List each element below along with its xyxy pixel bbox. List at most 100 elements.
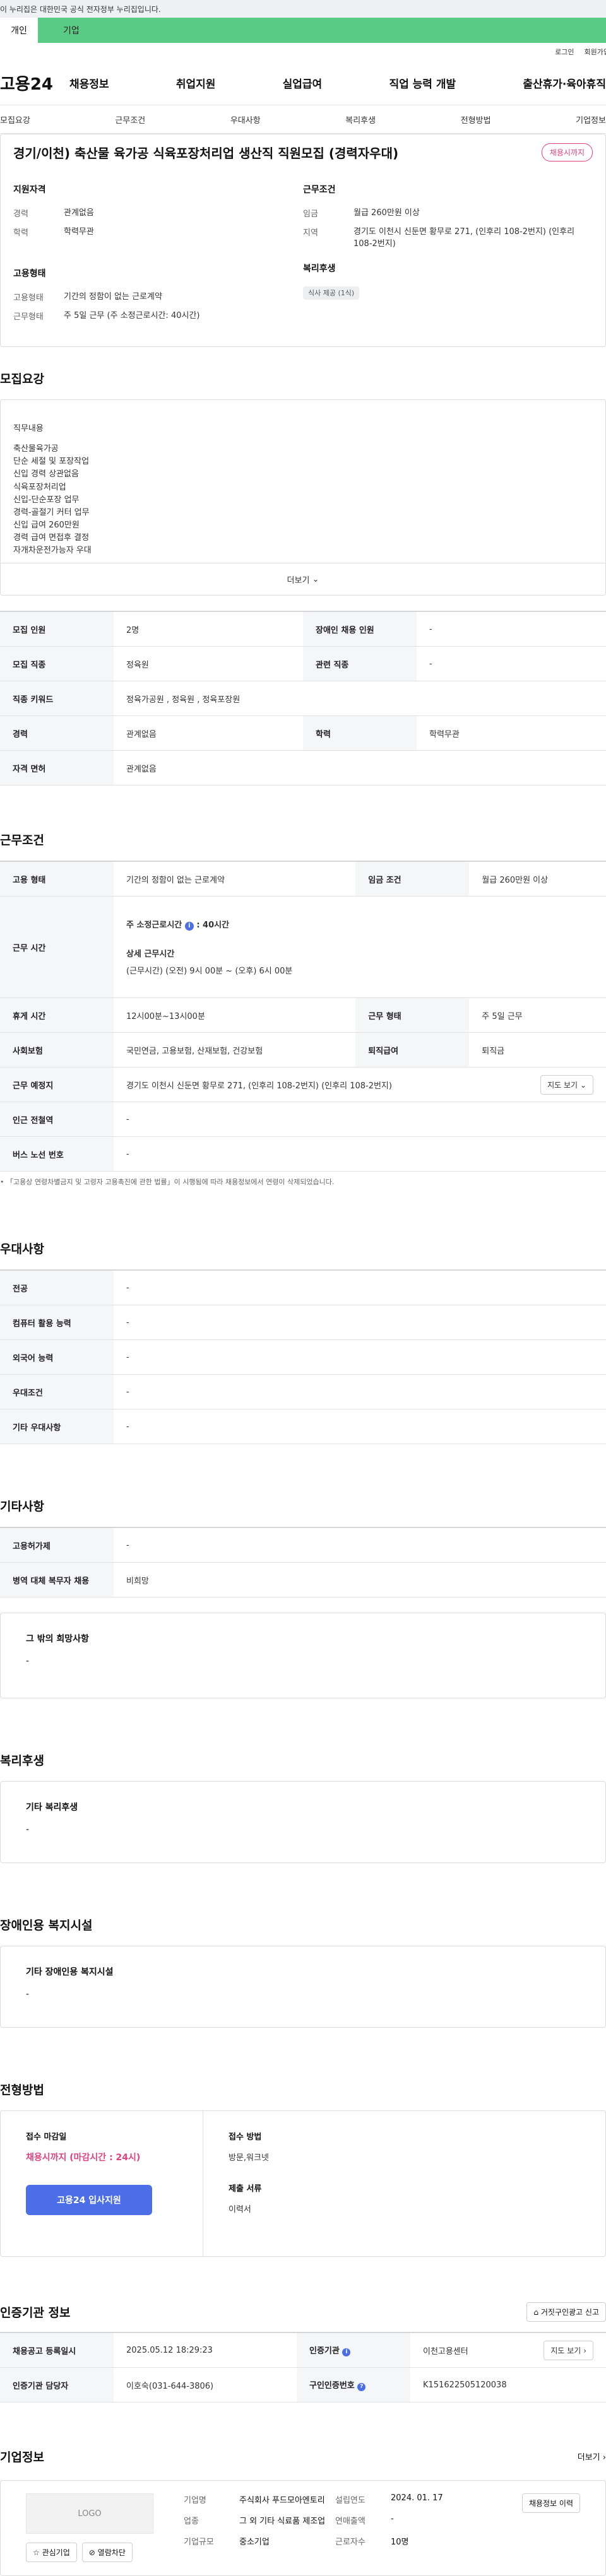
tab-personal[interactable]: 개인 (0, 18, 38, 43)
info-icon[interactable]: i (342, 2348, 351, 2356)
join-link[interactable]: 회원가입 (585, 47, 606, 57)
table-row: 기타 우대사항 - (0, 1409, 606, 1444)
subnav-company[interactable]: 기업정보 (576, 114, 606, 126)
table-header: 근무 형태 (355, 997, 470, 1033)
etc-section: 기타사항 고용허가제 - 병역 대체 복무자 채용 비희망 그 밖의 희망사항 - (0, 1497, 606, 1698)
table-cell: 이천고용센터 지도 보기 › (410, 2332, 606, 2368)
question-icon[interactable]: ? (357, 2383, 366, 2391)
table-header: 직종 키워드 (0, 681, 114, 716)
table-header: 모집 직종 (0, 646, 114, 681)
etc-hope-box: 그 밖의 희망사항 - (0, 1613, 606, 1698)
top-tabs: 개인 기업 (0, 18, 606, 43)
time-main-label: 주 소정근로시간 (126, 920, 182, 930)
table-header: 장애인 채용 인원 (303, 611, 417, 647)
table-cell: K151622505120038 (410, 2367, 606, 2403)
favorite-label: 관심기업 (42, 2548, 70, 2557)
job-info-grid: 지원자격 경력 관계없음 학력 학력무관 고용형태 고용형태 기간의 정함이 없는 근… (1, 170, 605, 341)
method-label: 접수 방법 (229, 2132, 262, 2142)
report-button[interactable]: ⌂ 거짓구인광고 신고 (526, 2302, 606, 2322)
company-emp-value: 10명 (391, 2538, 409, 2547)
company-title: 기업정보 (0, 2450, 44, 2464)
tab-company[interactable]: 기업 (38, 18, 606, 43)
table-row: 고용허가제 - (0, 1527, 606, 1563)
table-cell: - (114, 1136, 606, 1172)
table-row: 경력 관계없음 학력 학력무관 (0, 715, 606, 751)
time-detail-value: (근무시간) (오전) 9시 00분 ~ (오후) 6시 00분 (126, 967, 293, 976)
table-header: 고용허가제 (0, 1527, 114, 1563)
agency-map-button[interactable]: 지도 보기 › (544, 2340, 593, 2360)
info-icon[interactable]: i (184, 922, 194, 931)
subnav-condition[interactable]: 근무조건 (115, 114, 145, 126)
company-logo: LOGO (26, 2493, 153, 2534)
deadline-badge: 채용시까지 (541, 143, 593, 162)
table-header: 병역 대체 복무자 채용 (0, 1562, 114, 1597)
disabled-section: 장애인용 복지시설 기타 장애인용 복지시설 - (0, 1916, 606, 2028)
map-button[interactable]: 지도 보기 ⌄ (540, 1074, 593, 1095)
table-row: 인증기관 담당자 이호숙(031-644-3806) 구인인증번호 ? K151… (0, 2367, 606, 2403)
region-key: 지역 (303, 228, 318, 238)
exp-key: 경력 (13, 209, 28, 219)
table-header: 모집 인원 (0, 611, 114, 647)
welfare-title: 복리후생 (0, 1754, 44, 1768)
gnb-item-unemployment-benefit[interactable]: 실업급여 (283, 75, 323, 91)
age-note: • 「고용상 연령차별금지 및 고령자 고용촉진에 관한 법률」이 시행됨에 따… (0, 1177, 606, 1187)
table-header: 인증기관 담당자 (0, 2367, 114, 2403)
company-more-label: 더보기 (577, 2453, 600, 2462)
login-link[interactable]: 로그인 (555, 47, 574, 57)
agency-map-label: 지도 보기 (550, 2346, 581, 2355)
agency-num-key: 구인인증번호 (309, 2381, 355, 2391)
table-header: 기타 우대사항 (0, 1409, 114, 1444)
subnav-selection[interactable]: 전형방법 (461, 114, 491, 126)
table-row: 고용 형태 기간의 정함이 없는 근로계약 임금 조건 월급 260만원 이상 (0, 861, 606, 897)
selection-box: 접수 마감일 채용시까지 (마감시간 : 24시) 고용24 입사지원 접수 방… (0, 2110, 606, 2257)
job-desc: 직무내용 축산물육가공 단순 세절 및 포장작업 신입 경력 상관없음 식육포장… (1, 400, 605, 563)
docs-value: 이력서 (229, 2205, 251, 2214)
selection-title: 전형방법 (0, 2083, 44, 2097)
subnav-recruit[interactable]: 모집요강 (0, 114, 30, 126)
section-nav: 모집요강 근무조건 우대사항 복리후생 전형방법 기업정보 (0, 105, 606, 134)
desc-line: 신입-단순포장 업무 (13, 495, 80, 505)
table-cell: - (114, 1339, 606, 1375)
favorite-button[interactable]: ☆ 관심기업 (26, 2543, 77, 2562)
more-button[interactable]: 더보기 ⌄ (1, 563, 605, 595)
time-cell: 주 소정근로시간 i : 40시간 상세 근무시간 (근무시간) (오전) 9시… (114, 896, 606, 998)
block-button[interactable]: ⊘ 열람차단 (81, 2543, 133, 2562)
chevron-down-icon: ⌄ (579, 1080, 586, 1090)
emp-key: 고용형태 (13, 293, 44, 303)
table-cell: - (114, 1409, 606, 1444)
subnav-welfare[interactable]: 복리후생 (345, 114, 376, 126)
company-actions: ☆ 관심기업 ⊘ 열람차단 (26, 2543, 184, 2562)
welfare-heading: 복리후생 (303, 263, 336, 274)
table-header: 컴퓨터 활용 능력 (0, 1305, 114, 1340)
desc-line: 신입 경력 상관없음 (13, 469, 79, 479)
deadline-value: 채용시까지 (마감시간 : 24시) (26, 2153, 141, 2163)
desc-line: 단순 세절 및 포장작업 (13, 457, 90, 467)
gnb-item-jobs[interactable]: 채용정보 (69, 75, 109, 91)
qual-heading: 지원자격 (13, 185, 46, 195)
gnb-item-employment-support[interactable]: 취업지원 (176, 75, 216, 91)
etc-title: 기타사항 (0, 1500, 44, 1514)
gnb-item-parental-leave[interactable]: 출산휴가·육아휴직 (523, 75, 606, 91)
gnb-item-training[interactable]: 직업 능력 개발 (389, 75, 456, 91)
desc-line: 식육포장처리업 (13, 482, 66, 492)
hire-history-button[interactable]: 채용정보 이력 (521, 2493, 580, 2513)
apply-button[interactable]: 고용24 입사지원 (26, 2185, 152, 2215)
table-cell: 관계없음 (114, 750, 606, 785)
table-header: 인증기관 i (297, 2332, 410, 2368)
job-title-row: 경기/이천) 축산물 육가공 식육포장처리업 생산직 직원모집 (경력자우대) … (1, 134, 605, 170)
table-row: 모집 직종 정육원 관련 직종 - (0, 646, 606, 681)
table-cell: 이호숙(031-644-3806) (114, 2367, 297, 2403)
cond-col: 근무조건 임금 월급 260만원 이상 지역 경기도 이천시 신둔면 황무로 271… (303, 183, 593, 328)
site-logo[interactable]: 고용24 (0, 71, 69, 95)
company-est-value: 2024. 01. 17 (391, 2493, 443, 2503)
company-more-link[interactable]: 더보기 › (578, 2450, 606, 2462)
subnav-prefer[interactable]: 우대사항 (230, 114, 261, 126)
agency-title: 인증기관 정보 (0, 2306, 71, 2320)
recruit-title: 모집요강 (0, 372, 44, 386)
table-cell: 주 5일 근무 (469, 997, 606, 1033)
desc-line: 자개차운전가능자 우대 (13, 546, 92, 556)
global-nav: 고용24 채용정보 취업지원 실업급여 직업 능력 개발 출산휴가·육아휴직 (0, 61, 606, 105)
table-header: 근무 시간 (0, 896, 114, 998)
table-cell: - (114, 1305, 606, 1340)
table-row: 버스 노선 번호 - (0, 1136, 606, 1172)
